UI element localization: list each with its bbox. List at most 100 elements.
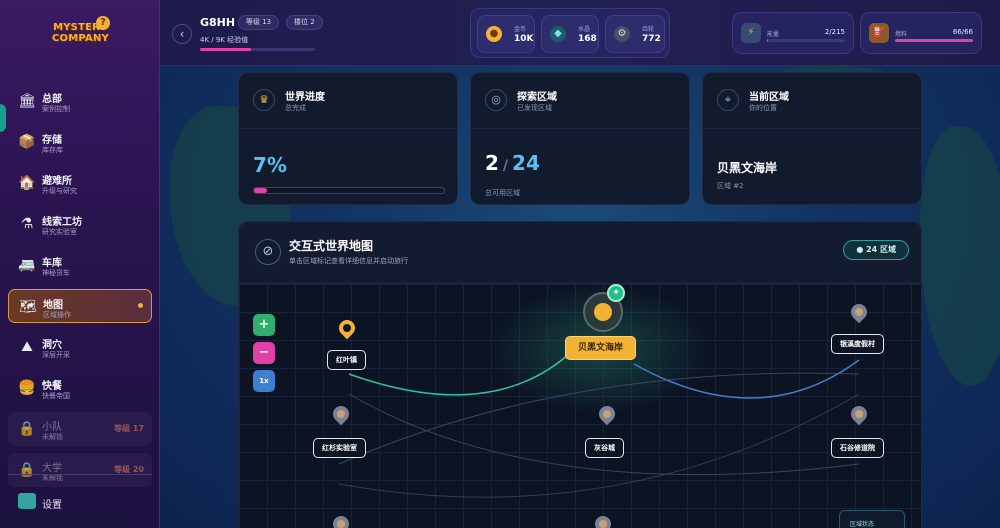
location-icon: ⌖ (717, 89, 739, 111)
location-redwood-lab[interactable]: 红杉实验室 (313, 438, 366, 458)
lock-pin-icon (847, 300, 871, 324)
pin-inner (341, 322, 353, 334)
map-subtitle: 单击区域标记查看详细信息并启动旅行 (289, 257, 408, 265)
location-current[interactable]: 贝黑文海岸 (565, 336, 637, 360)
sidebar-item-cave[interactable]: ⛰ 洞穴 深层开采 (8, 330, 152, 364)
sidebar-item-lab[interactable]: ⚗ 线索工坊 研究实验室 (8, 207, 152, 241)
pin-icon (335, 316, 359, 340)
map-icon: 🗺 (19, 299, 37, 315)
zoom-level-button[interactable]: 1x (253, 370, 275, 392)
sidebar-item-university[interactable]: 🔒 大学 未解锁 等级 20 (8, 453, 152, 487)
card-title: 当前区域 (749, 92, 789, 103)
main-content: ♛ 世界进度 总完成 7% ◎ 探索区域 已发现区域 2/24 总可用区域 ⌖ … (160, 66, 1000, 528)
travel-icon[interactable]: ✦ (607, 284, 625, 302)
sidebar-item-label: 洞穴 (42, 340, 62, 351)
lock-pin-icon (595, 402, 619, 426)
red-leaf-marker[interactable] (335, 316, 359, 340)
region-status-card: 区域状态 (839, 510, 905, 528)
energy-bar-fill (767, 39, 768, 42)
energy-bar (767, 39, 845, 42)
sidebar-item-label: 总部 (42, 94, 62, 105)
location-marker[interactable] (591, 512, 615, 528)
sidebar-item-squad[interactable]: 🔒 小队 未解锁 等级 17 (8, 412, 152, 446)
card-title: 世界进度 (285, 92, 325, 103)
current-region-name: 贝黑文海岸 (717, 161, 778, 175)
energy-stat[interactable]: ⚡ 能量 2/215 (732, 12, 854, 54)
resource-gears[interactable]: ⚙ 齿轮 772 (605, 15, 665, 53)
top-bar: ‹ G8HH 等级 13 楼位 2 4K / 9K 经验值 ● 金币 10K ◆… (160, 0, 1000, 66)
card-subtitle: 你的位置 (749, 104, 777, 112)
logo-line2: COMPANY (52, 33, 109, 44)
sidebar-item-sub: 案例控制 (42, 105, 70, 113)
fastfood-icon: 🍔 (18, 380, 36, 396)
sidebar-divider (8, 474, 152, 475)
card-subtitle: 总完成 (285, 104, 306, 112)
pin-inner (597, 518, 609, 528)
map-canvas[interactable]: + − 1x 红叶镇 ✦ 贝黑文海岸 银溪度假村 红杉实验室 灰谷城 石谷修道院 (239, 284, 921, 528)
sidebar-item-hq[interactable]: 🏛 总部 案例控制 (8, 84, 152, 118)
map-background-landmass (920, 126, 1000, 386)
world-progress-fill (254, 188, 268, 193)
card-title: 探索区域 (517, 92, 557, 103)
sidebar-item-fastfood[interactable]: 🍔 快餐 快餐帝国 (8, 371, 152, 405)
settings-button[interactable]: 设置 (8, 488, 152, 516)
stone-valley-marker[interactable] (847, 402, 871, 426)
resource-value: 168 (578, 34, 597, 44)
sidebar-item-label: 存储 (42, 135, 62, 146)
silver-coast-marker[interactable] (847, 300, 871, 324)
sidebar-item-garage[interactable]: 🚐 车库 神秘货车 (8, 248, 152, 282)
card-header: ⌖ 当前区域 你的位置 (703, 73, 921, 129)
sidebar-item-sub: 未解锁 (42, 433, 63, 441)
sidebar-item-shelter[interactable]: 🏠 避难所 升级与研究 (8, 166, 152, 200)
sidebar-item-sub: 区域操作 (43, 311, 71, 319)
trophy-icon: ♛ (253, 89, 275, 111)
location-marker[interactable] (329, 512, 353, 528)
van-icon (594, 303, 612, 321)
pin-inner (335, 518, 347, 528)
location-red-leaf[interactable]: 红叶镇 (327, 350, 366, 370)
sidebar-edge-tab[interactable] (0, 104, 6, 132)
sidebar-item-sub: 库存库 (42, 146, 63, 154)
redwood-lab-marker[interactable] (329, 402, 353, 426)
sidebar-item-label: 小队 (42, 422, 62, 433)
resource-crystals[interactable]: ◆ 水晶 168 (541, 15, 599, 53)
grey-valley-marker[interactable] (595, 402, 619, 426)
world-progress-bar (253, 187, 445, 194)
sidebar-item-sub: 快餐帝国 (42, 392, 70, 400)
region-count: 24 区域 (866, 245, 896, 254)
sidebar-item-label: 车库 (42, 258, 62, 269)
zoom-in-button[interactable]: + (253, 314, 275, 336)
gear-icon: ⚙ (614, 26, 630, 42)
fuel-stat[interactable]: ⛽ 燃料 66/66 (860, 12, 982, 54)
resource-value: 10K (514, 34, 534, 44)
logo[interactable]: ? MYSTERY COMPANY (52, 16, 110, 62)
sidebar-item-storage[interactable]: 📦 存储 库存库 (8, 125, 152, 159)
back-button[interactable]: ‹ (172, 24, 192, 44)
sidebar-item-label: 大学 (42, 463, 62, 474)
resource-panel: ● 金币 10K ◆ 水晶 168 ⚙ 齿轮 772 (470, 8, 670, 58)
location-grey-valley[interactable]: 灰谷城 (585, 438, 624, 458)
location-stone-valley[interactable]: 石谷修道院 (831, 438, 884, 458)
sidebar-item-sub: 深层开采 (42, 351, 70, 359)
map-title: 交互式世界地图 (289, 239, 374, 253)
total-regions-label: 总可用区域 (485, 189, 520, 197)
world-progress-card: ♛ 世界进度 总完成 7% (238, 72, 458, 205)
pin-inner (335, 408, 347, 420)
sidebar-item-map[interactable]: 🗺 地图 区域操作 (8, 289, 152, 323)
pin-inner (853, 408, 865, 420)
location-silver-coast[interactable]: 银溪度假村 (831, 334, 884, 354)
rank-badge: 楼位 2 (286, 15, 323, 30)
fuel-bar-fill (895, 39, 973, 42)
fuel-label: 燃料 (895, 31, 908, 38)
resource-label: 金币 (514, 26, 527, 33)
explored-regions-card: ◎ 探索区域 已发现区域 2/24 总可用区域 (470, 72, 690, 205)
resource-coins[interactable]: ● 金币 10K (477, 15, 535, 53)
resource-label: 水晶 (578, 26, 591, 33)
zoom-out-button[interactable]: − (253, 342, 275, 364)
resource-label: 齿轮 (642, 26, 655, 33)
unlock-level: 等级 17 (114, 424, 144, 433)
xp-text: 4K / 9K 经验值 (200, 36, 249, 44)
energy-icon: ⚡ (741, 23, 761, 43)
world-map-panel: ⊘ 交互式世界地图 单击区域标记查看详细信息并启动旅行 ● 24 区域 + − … (238, 221, 922, 528)
sidebar-item-label: 地图 (43, 300, 63, 311)
